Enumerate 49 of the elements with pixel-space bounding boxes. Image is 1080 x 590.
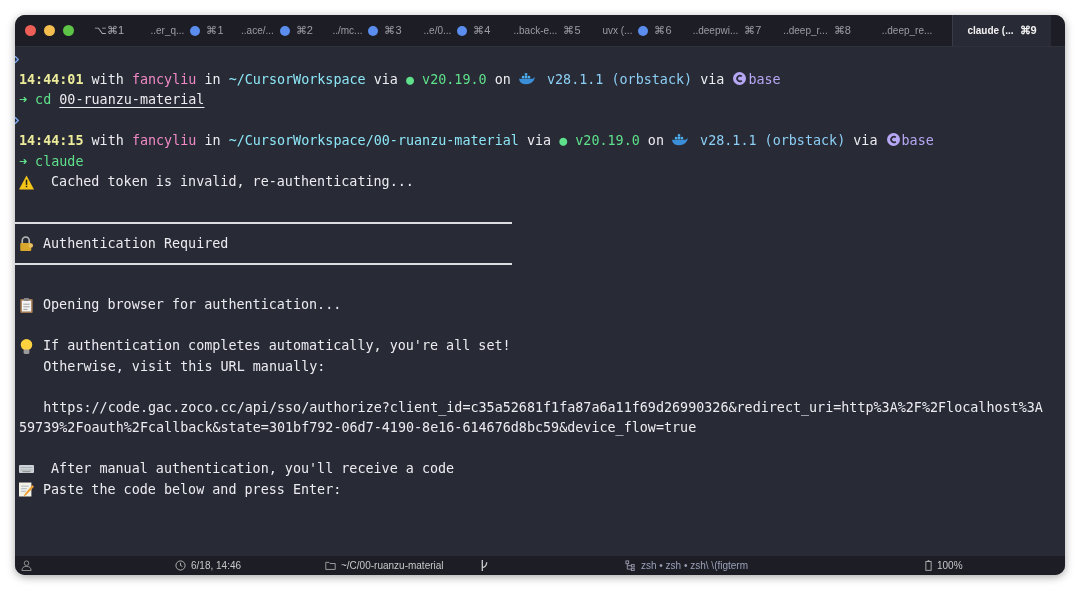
status-text: 6/18, 14:46 <box>191 560 242 571</box>
terminal-line: Opening browser for authentication... <box>43 296 342 314</box>
terminal-line: Cached token is invalid, re-authenticating... <box>50 173 414 191</box>
whale-icon <box>672 134 689 146</box>
terminal-line: ➜ claude <box>19 152 84 171</box>
keyboard-icon <box>19 465 34 474</box>
terminal-line: Authentication Required <box>43 234 229 253</box>
circled-c-icon <box>733 71 747 85</box>
circled-c-icon <box>886 133 900 146</box>
memo-icon <box>19 482 34 498</box>
terminal-line: Otherwise, visit this URL manually: <box>42 357 326 376</box>
maximize-button[interactable] <box>63 25 74 36</box>
tab[interactable]: claude (... ⌘9 <box>952 15 1051 46</box>
branch-icon <box>481 560 488 571</box>
hierarchy-icon <box>625 560 636 571</box>
tab[interactable]: ..back-e... ⌘5 <box>502 15 592 46</box>
padlock-icon <box>19 236 34 252</box>
close-button[interactable] <box>25 25 36 36</box>
status-text: zsh • zsh • zsh\ \(figterm <box>641 560 749 571</box>
minimize-button[interactable] <box>44 25 55 36</box>
terminal-line: 59739%2Foauth%2Fcallback&state=301bf792-06d7-4190-8e16-614676d8bc59&device_flow=true <box>19 419 697 438</box>
prompt-chevron-icon <box>15 116 19 126</box>
terminal-line: 14:44:01 with fancyliu in ~/CursorWorkspace via ● v20.19.0 on v28.1.1 (orbstack) via base <box>19 70 781 89</box>
terminal-line: 14:44:15 with fancyliu in ~/CursorWorkspace/00-ruanzu-material via ● v20.19.0 on v28.1.1 (orbstack) via base <box>19 132 934 150</box>
light-bulb-icon <box>19 338 34 354</box>
tab[interactable]: ../mc... ⌘3 <box>322 15 412 46</box>
warning-icon <box>19 174 34 190</box>
terminal-line: If authentication completes automatically, you're all set! <box>43 337 511 355</box>
terminal-line: Paste the code below and press Enter: <box>43 480 342 499</box>
tab[interactable]: uvx (... ⌘6 <box>592 15 682 46</box>
tab[interactable]: ..ace/... ⌘2 <box>232 15 322 46</box>
terminal-line: https://code.gac.zoco.cc/api/sso/authorize?client_id=c35a52681f1fa87a6a11f69d26990326&redirect_uri=http%3A%2F%2Flocalhost%3A <box>42 398 1043 418</box>
tab[interactable]: ..deep_r... ⌘8 <box>772 15 862 46</box>
tab[interactable]: ..deepwi... ⌘7 <box>682 15 772 46</box>
whale-icon <box>518 72 535 85</box>
status-text: 100% <box>937 560 963 571</box>
clipboard-icon <box>19 297 34 313</box>
prompt-chevron-icon <box>15 54 19 64</box>
tab[interactable]: ..e/0... ⌘4 <box>412 15 502 46</box>
terminal-line: ➜ cd 00-ruanzu-material <box>19 91 205 109</box>
terminal-line: After manual authentication, you'll receive a code <box>50 460 455 478</box>
clock-icon <box>175 560 186 571</box>
folder-icon <box>325 560 336 571</box>
tab[interactable]: ..er_q... ⌘1 <box>142 15 232 46</box>
battery-icon <box>925 560 932 571</box>
status-text: ~/C/00-ruanzu-material <box>341 560 444 571</box>
window-shortcut: ⌥⌘1 <box>94 24 125 37</box>
person-icon <box>21 560 32 571</box>
tab[interactable]: ..deep_re... <box>862 15 952 46</box>
